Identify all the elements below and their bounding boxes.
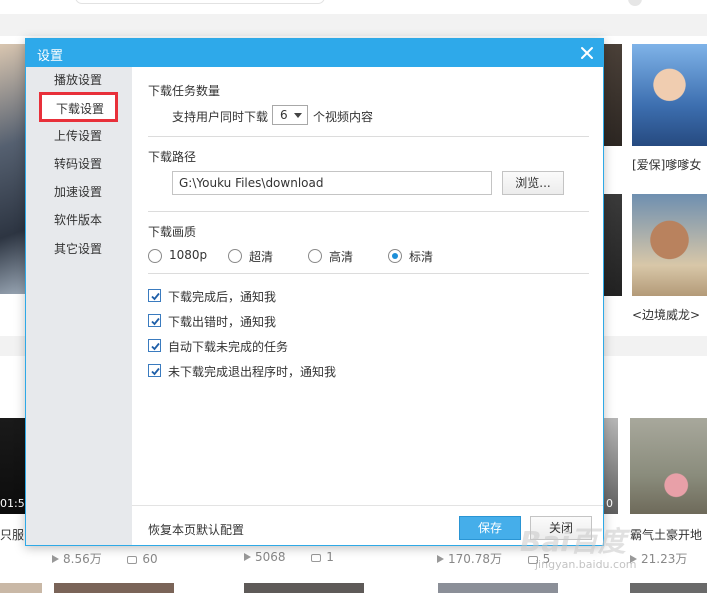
sidebar-item-upload[interactable]: 上传设置: [26, 123, 132, 149]
video-stats: 21.23万: [630, 550, 687, 567]
task-count-select[interactable]: 6: [272, 105, 308, 125]
sidebar-item-transcode[interactable]: 转码设置: [26, 151, 132, 177]
radio-label: 超清: [249, 250, 274, 264]
video-thumbnail[interactable]: [604, 44, 622, 146]
video-title-link[interactable]: 只服: [0, 526, 24, 543]
play-count-icon: [52, 555, 59, 563]
sidebar-item-version[interactable]: 软件版本: [26, 207, 132, 233]
section-divider: [148, 273, 589, 274]
section-divider: [148, 136, 589, 137]
video-thumbnail[interactable]: [0, 583, 42, 593]
checkbox-notify-exit[interactable]: 未下载完成退出程序时，通知我: [148, 363, 408, 379]
sidebar-item-acceleration[interactable]: 加速设置: [26, 179, 132, 205]
checkbox-checked-icon: [148, 289, 161, 302]
radio-circle: [308, 249, 322, 263]
radio-label: 标清: [409, 250, 434, 264]
comment-count: 60: [142, 552, 158, 566]
settings-dialog: 设置 播放设置 下载设置 上传设置 转码设置 加速设置 软件版本 其它设置 下载…: [25, 38, 604, 546]
video-thumbnail[interactable]: [54, 583, 174, 593]
section-title-task-count: 下载任务数量: [148, 84, 221, 98]
restore-defaults-link[interactable]: 恢复本页默认配置: [148, 521, 244, 538]
chevron-down-icon: [294, 113, 302, 118]
play-count-icon: [244, 553, 251, 561]
radio-circle: [148, 249, 162, 263]
comment-count: 1: [326, 550, 334, 564]
checkbox-checked-icon: [148, 314, 161, 327]
checkbox-notify-error[interactable]: 下载出错时，通知我: [148, 313, 368, 329]
checkbox-label: 下载完成后，通知我: [168, 290, 277, 304]
video-thumbnail[interactable]: [0, 44, 26, 294]
video-stats: 8.56万 60: [52, 550, 158, 567]
background-search-box[interactable]: [75, 0, 325, 4]
section-divider: [148, 211, 589, 212]
video-thumbnail[interactable]: [632, 44, 707, 146]
radio-label: 高清: [329, 250, 354, 264]
play-count: 8.56万: [63, 552, 102, 566]
video-stats: 5068 1: [244, 550, 334, 564]
task-count-prefix: 支持用户同时下载: [172, 110, 269, 124]
checkbox-label: 未下载完成退出程序时，通知我: [168, 365, 337, 379]
task-count-suffix: 个视频内容: [313, 110, 374, 124]
section-title-quality: 下载画质: [148, 225, 197, 239]
browse-button[interactable]: 浏览...: [502, 171, 564, 195]
task-count-value: 6: [280, 108, 288, 122]
radio-circle: [228, 249, 242, 263]
play-count-icon: [437, 555, 444, 563]
play-count: 170.78万: [448, 552, 502, 566]
radio-circle-selected: [388, 249, 402, 263]
comment-icon: [311, 554, 322, 562]
sidebar-item-playback[interactable]: 播放设置: [26, 67, 132, 93]
radio-label: 1080p: [169, 248, 208, 262]
video-thumbnail[interactable]: [244, 583, 364, 593]
video-thumbnail[interactable]: [604, 194, 622, 296]
checkbox-auto-resume[interactable]: 自动下载未完成的任务: [148, 338, 368, 354]
sidebar-item-download[interactable]: 下载设置: [39, 92, 118, 122]
sidebar-item-other[interactable]: 其它设置: [26, 236, 132, 262]
video-thumbnail[interactable]: [630, 418, 707, 514]
video-thumbnail[interactable]: [438, 583, 558, 593]
play-count: 5068: [255, 550, 286, 564]
section-title-download-path: 下载路径: [148, 150, 197, 164]
video-thumbnail[interactable]: [630, 583, 707, 593]
watermark-url: jingyan.baidu.com: [535, 558, 637, 571]
settings-content: 下载任务数量 支持用户同时下载 6 个视频内容 下载路径 浏览... 下载画质 …: [132, 67, 603, 545]
dialog-titlebar[interactable]: 设置: [26, 39, 603, 67]
dialog-title: 设置: [37, 49, 64, 64]
save-button[interactable]: 保存: [459, 516, 521, 540]
checkbox-notify-complete[interactable]: 下载完成后，通知我: [148, 288, 368, 304]
checkbox-label: 下载出错时，通知我: [168, 315, 277, 329]
comment-icon: [127, 556, 138, 564]
download-path-input[interactable]: [172, 171, 492, 195]
video-thumbnail[interactable]: [632, 194, 707, 296]
close-icon[interactable]: [578, 44, 596, 62]
video-duration: 0: [606, 497, 613, 510]
play-count: 21.23万: [641, 552, 688, 566]
watermark-logo: Bai百度: [520, 525, 626, 558]
checkbox-label: 自动下载未完成的任务: [168, 340, 289, 354]
checkbox-checked-icon: [148, 339, 161, 352]
video-title-link[interactable]: <边境威龙>: [632, 306, 700, 323]
video-title-link[interactable]: [爱保]嗲嗲女: [632, 156, 701, 173]
video-title-link[interactable]: 霸气土豪开地: [630, 526, 702, 543]
checkbox-checked-icon: [148, 364, 161, 377]
settings-sidebar: 播放设置 下载设置 上传设置 转码设置 加速设置 软件版本 其它设置: [26, 67, 132, 545]
video-duration: 01:5: [0, 497, 25, 510]
